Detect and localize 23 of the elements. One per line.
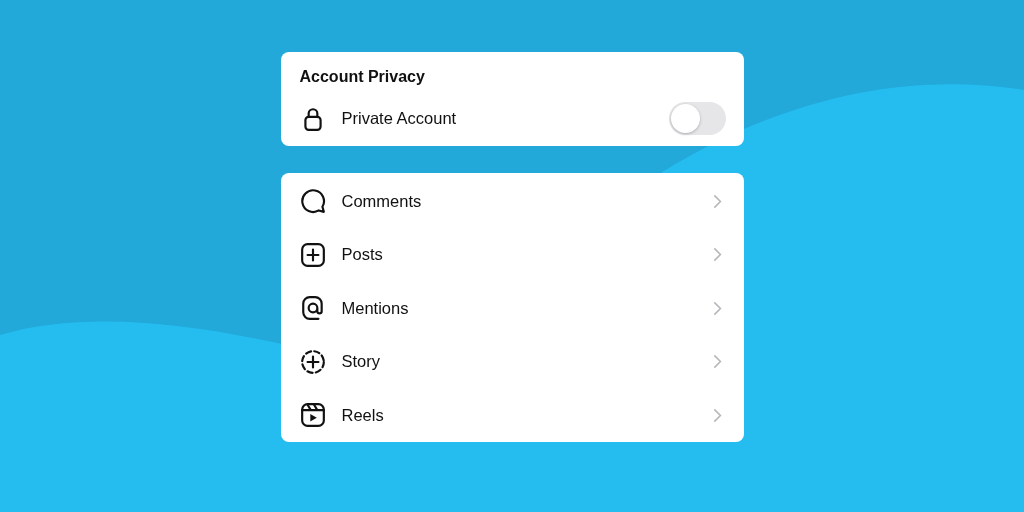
- menu-item[interactable]: Reels: [280, 388, 744, 442]
- chevron-right-icon: [713, 408, 722, 422]
- menu-item[interactable]: Posts: [280, 228, 744, 282]
- menu-label: Posts: [341, 245, 384, 265]
- add-icon: [299, 241, 326, 268]
- menu-item[interactable]: Comments: [280, 174, 744, 228]
- menu-label: Reels: [341, 405, 385, 425]
- setting-label: Private Account: [341, 109, 458, 129]
- menu-label: Comments: [341, 191, 423, 211]
- chevron-right-icon: [713, 248, 722, 262]
- speech-bubble-icon: [299, 188, 326, 215]
- chevron-right-icon: [713, 355, 722, 369]
- story-add-icon: [299, 348, 326, 375]
- chevron-right-icon: [713, 194, 722, 208]
- menu-item[interactable]: Story: [280, 335, 744, 389]
- chevron-right-icon: [713, 301, 722, 315]
- at-sign-icon: [299, 295, 326, 322]
- menu-label: Mentions: [341, 298, 410, 318]
- toggle-switch[interactable]: [668, 102, 726, 136]
- section-title: Account Privacy: [298, 67, 426, 87]
- menu-item[interactable]: Mentions: [280, 281, 744, 335]
- reels-icon: [299, 402, 326, 429]
- menu-label: Story: [341, 352, 381, 372]
